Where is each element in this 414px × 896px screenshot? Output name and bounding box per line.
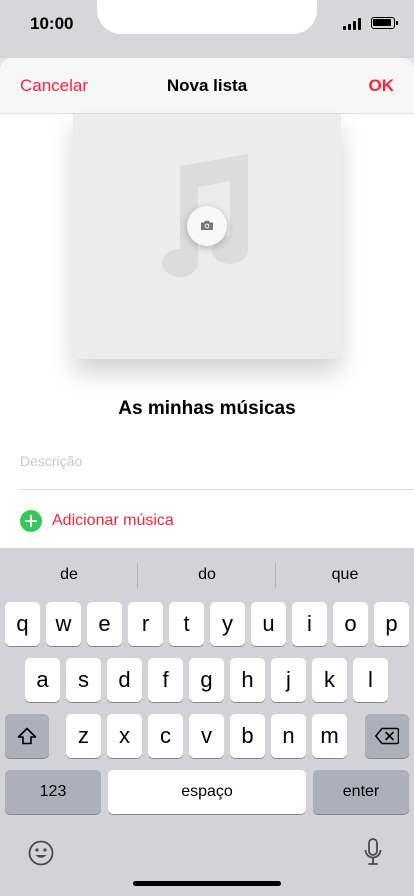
add-icon xyxy=(20,510,42,532)
page-title: Nova lista xyxy=(166,76,248,95)
key-k[interactable]: k xyxy=(312,658,347,702)
key-b[interactable]: b xyxy=(230,714,265,758)
key-v[interactable]: v xyxy=(189,714,224,758)
nav-bar: Cancelar Nova lista OK xyxy=(0,58,414,114)
suggestion-do[interactable]: do xyxy=(138,548,276,602)
playlist-artwork[interactable] xyxy=(73,114,341,359)
numbers-key[interactable]: 123 xyxy=(5,770,101,814)
backspace-icon xyxy=(375,727,399,745)
shift-key[interactable] xyxy=(5,714,49,758)
key-u[interactable]: u xyxy=(251,602,286,646)
key-c[interactable]: c xyxy=(148,714,183,758)
key-x[interactable]: x xyxy=(107,714,142,758)
key-s[interactable]: s xyxy=(66,658,101,702)
camera-icon xyxy=(201,220,213,230)
emoji-icon[interactable] xyxy=(28,840,54,866)
key-j[interactable]: j xyxy=(271,658,306,702)
key-p[interactable]: p xyxy=(374,602,409,646)
key-a[interactable]: a xyxy=(25,658,60,702)
status-bar: 10:00 xyxy=(0,0,414,58)
key-i[interactable]: i xyxy=(292,602,327,646)
key-w[interactable]: w xyxy=(46,602,81,646)
add-music-label: Adicionar música xyxy=(52,512,174,529)
status-time: 10:00 xyxy=(30,14,74,33)
enter-key[interactable]: enter xyxy=(313,770,409,814)
key-y[interactable]: y xyxy=(210,602,245,646)
key-z[interactable]: z xyxy=(66,714,101,758)
key-g[interactable]: g xyxy=(189,658,224,702)
divider xyxy=(20,489,414,490)
shift-icon xyxy=(17,727,37,745)
key-r[interactable]: r xyxy=(128,602,163,646)
key-h[interactable]: h xyxy=(230,658,265,702)
notch xyxy=(97,0,317,34)
key-m[interactable]: m xyxy=(312,714,347,758)
microphone-icon[interactable] xyxy=(364,838,382,866)
backspace-key[interactable] xyxy=(365,714,409,758)
key-t[interactable]: t xyxy=(169,602,204,646)
key-f[interactable]: f xyxy=(148,658,183,702)
key-q[interactable]: q xyxy=(5,602,40,646)
playlist-name[interactable]: As minhas músicas xyxy=(0,398,414,420)
keyboard: de do que q w e r t y u i o p a s d f g … xyxy=(0,548,414,896)
suggestion-que[interactable]: que xyxy=(276,548,414,602)
key-d[interactable]: d xyxy=(107,658,142,702)
description-field[interactable]: Descrição xyxy=(20,453,82,469)
camera-button[interactable] xyxy=(187,206,227,246)
space-key[interactable]: espaço xyxy=(108,770,306,814)
home-indicator xyxy=(133,881,281,886)
battery-icon xyxy=(371,17,398,29)
key-n[interactable]: n xyxy=(271,714,306,758)
key-l[interactable]: l xyxy=(353,658,388,702)
cellular-signal-icon xyxy=(343,18,363,30)
key-e[interactable]: e xyxy=(87,602,122,646)
key-o[interactable]: o xyxy=(333,602,368,646)
ok-button[interactable]: OK xyxy=(369,76,395,96)
suggestion-de[interactable]: de xyxy=(0,548,138,602)
